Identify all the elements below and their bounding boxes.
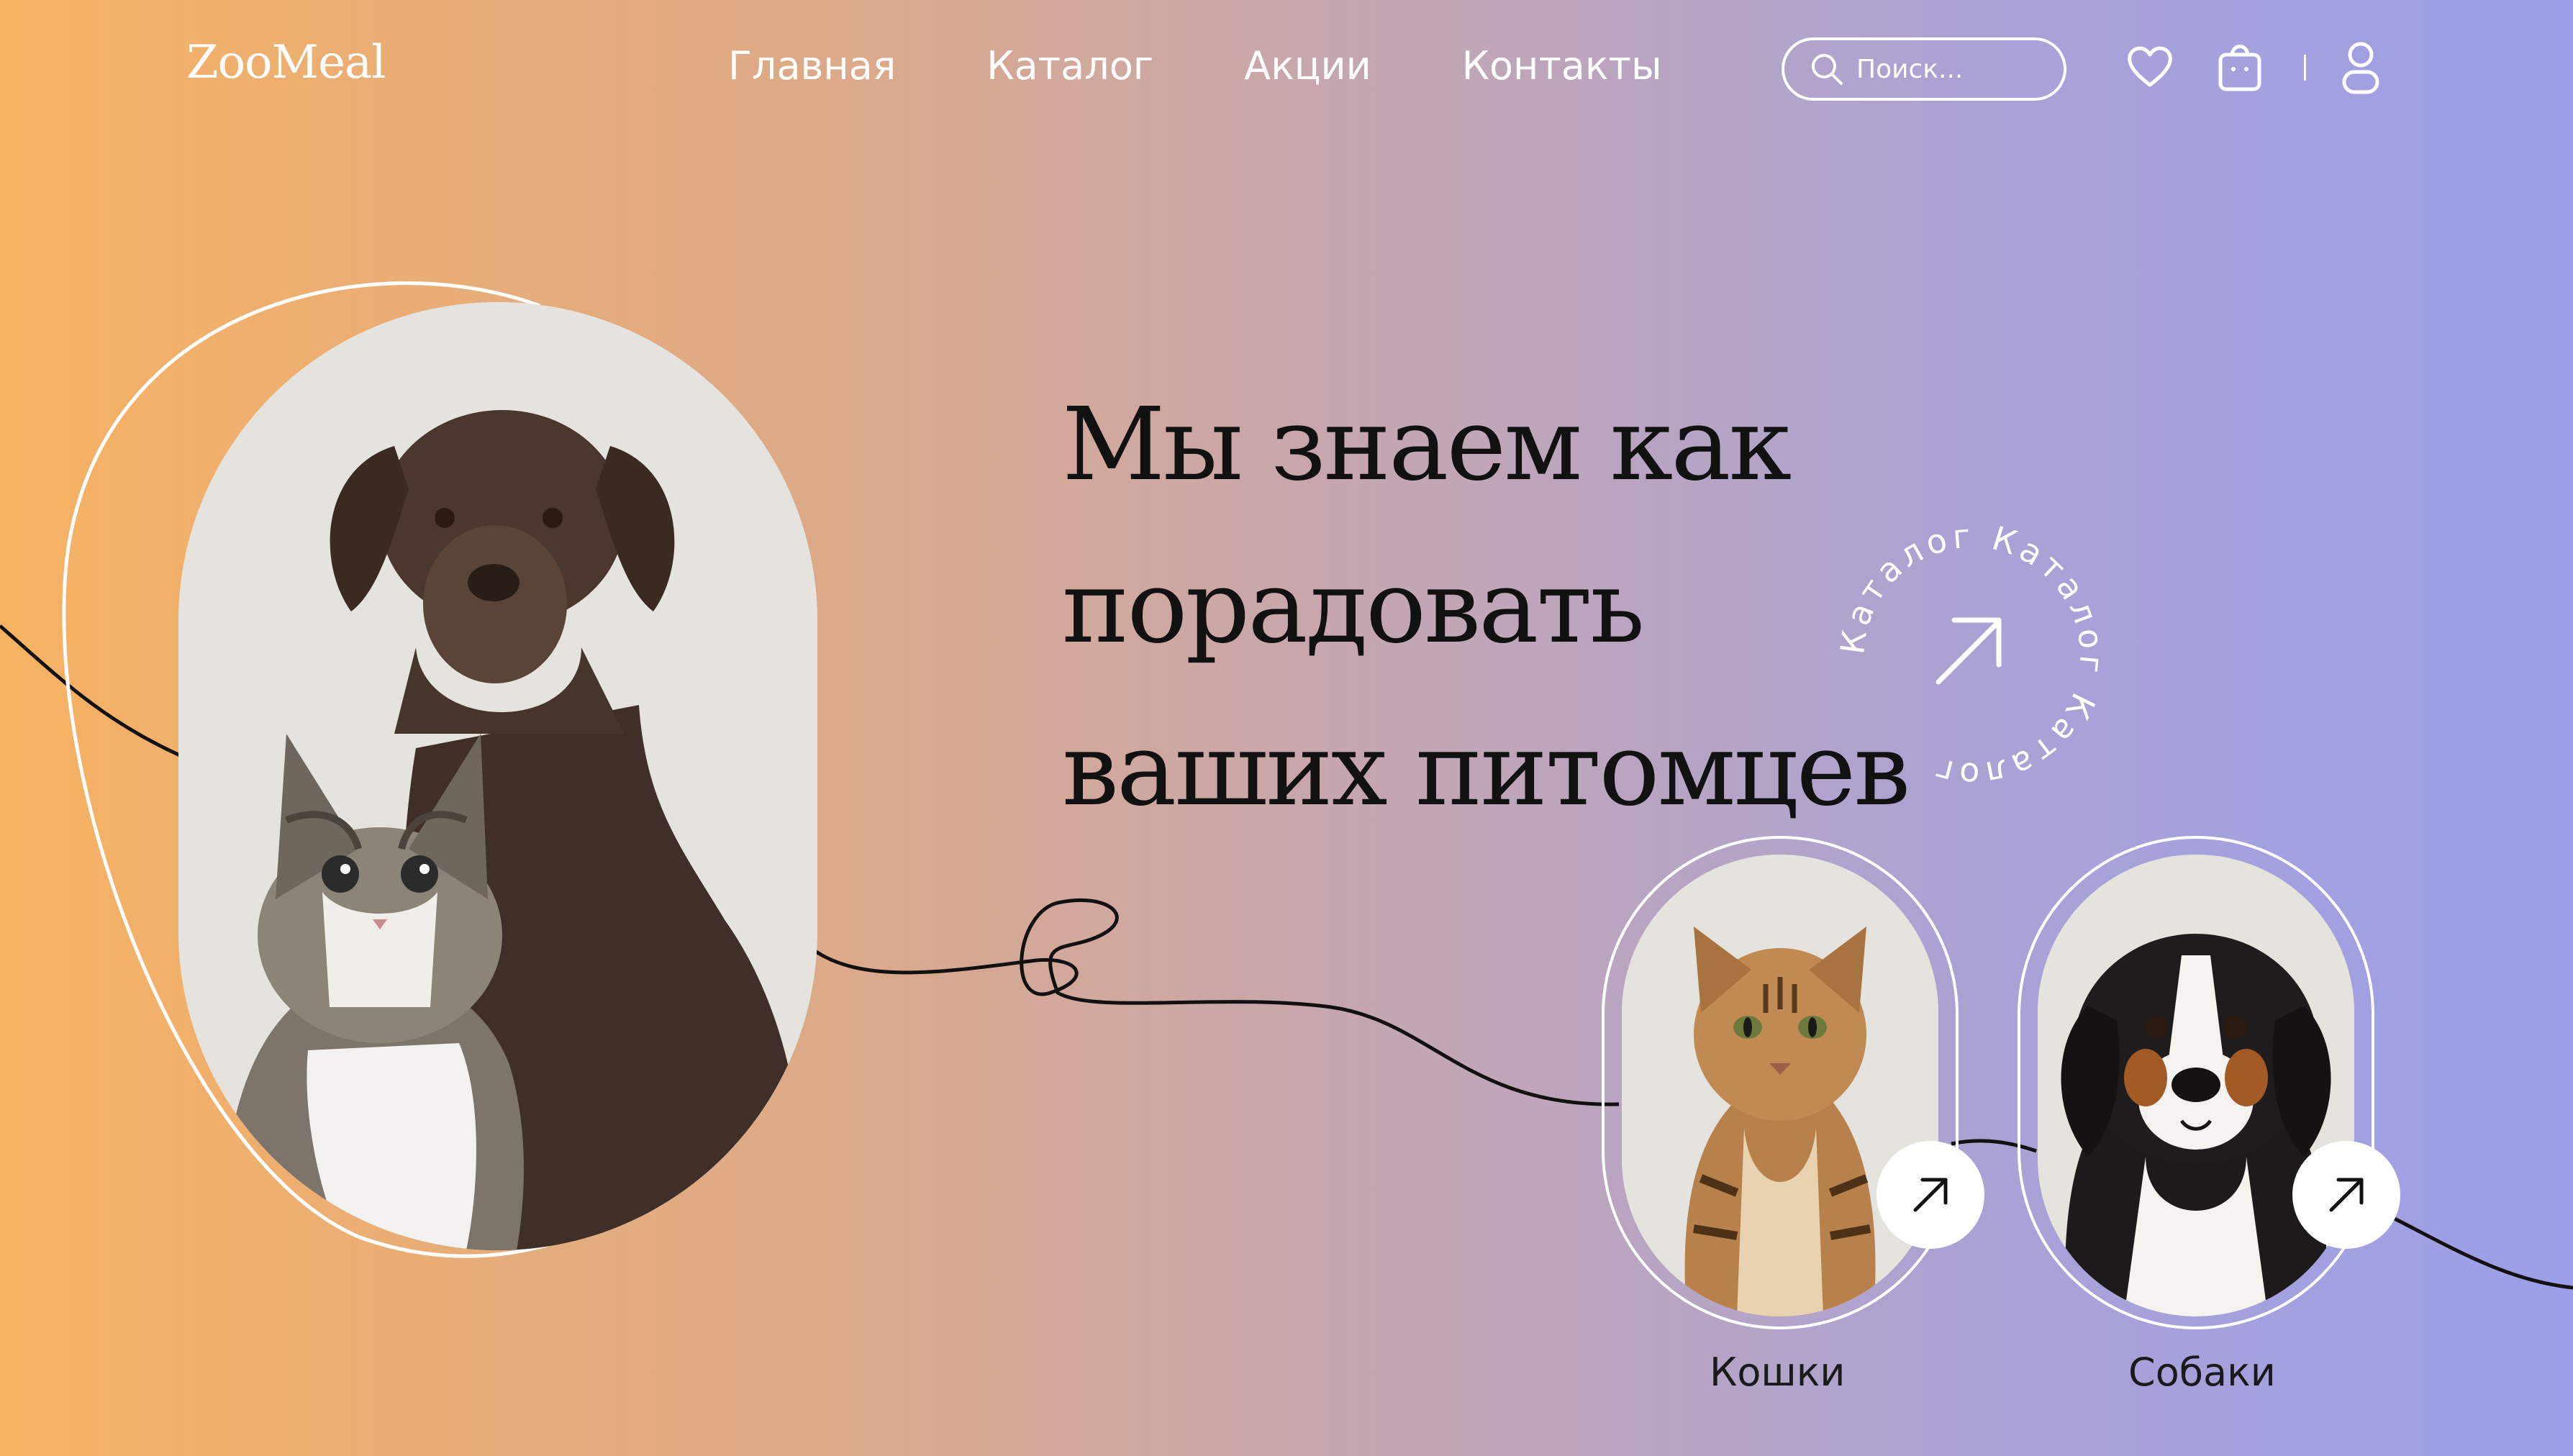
bernese-puppy-illustration — [2038, 855, 2354, 1316]
header-divider — [2304, 55, 2306, 81]
logo[interactable]: ZooMeal — [186, 36, 386, 89]
nav-home[interactable]: Главная — [728, 43, 896, 88]
hero-title-line1: Мы знаем как порадовать — [1062, 386, 1792, 666]
hero-title: Мы знаем как порадовать ваших питомцев — [1062, 364, 2300, 852]
bengal-cat-illustration — [1622, 855, 1938, 1316]
search-box[interactable] — [1782, 37, 2066, 101]
cats-category-image[interactable] — [1622, 855, 1938, 1316]
hero-pets-image — [178, 302, 817, 1250]
arrow-up-right-icon — [1913, 1178, 1948, 1212]
dogs-category-label[interactable]: Собаки — [2128, 1350, 2276, 1395]
catalog-circle-link[interactable]: Каталог Каталог Каталог — [1833, 516, 2108, 794]
cats-arrow-button[interactable] — [1877, 1141, 1984, 1249]
user-icon[interactable] — [2341, 40, 2380, 96]
cats-category-label[interactable]: Кошки — [1710, 1350, 1846, 1395]
nav-catalog[interactable]: Каталог — [986, 43, 1153, 88]
shopping-bag-icon[interactable] — [2218, 37, 2262, 94]
dogs-category-image[interactable] — [2038, 855, 2354, 1316]
heart-icon[interactable] — [2125, 43, 2174, 89]
puppy-kitten-illustration — [178, 302, 817, 1250]
main-nav: Главная Каталог Акции Контакты — [728, 43, 1662, 88]
nav-promotions[interactable]: Акции — [1244, 43, 1371, 88]
hero-title-line2: ваших питомцев — [1062, 711, 1910, 829]
arrow-up-right-icon — [2329, 1178, 2364, 1212]
dogs-arrow-button[interactable] — [2292, 1141, 2400, 1249]
catalog-circle-text: Каталог Каталог Каталог — [1836, 519, 2108, 791]
nav-contacts[interactable]: Контакты — [1462, 43, 1662, 88]
arrow-up-right-icon — [1936, 617, 2002, 685]
search-icon[interactable] — [1809, 51, 1845, 87]
search-input[interactable] — [1855, 53, 2045, 85]
